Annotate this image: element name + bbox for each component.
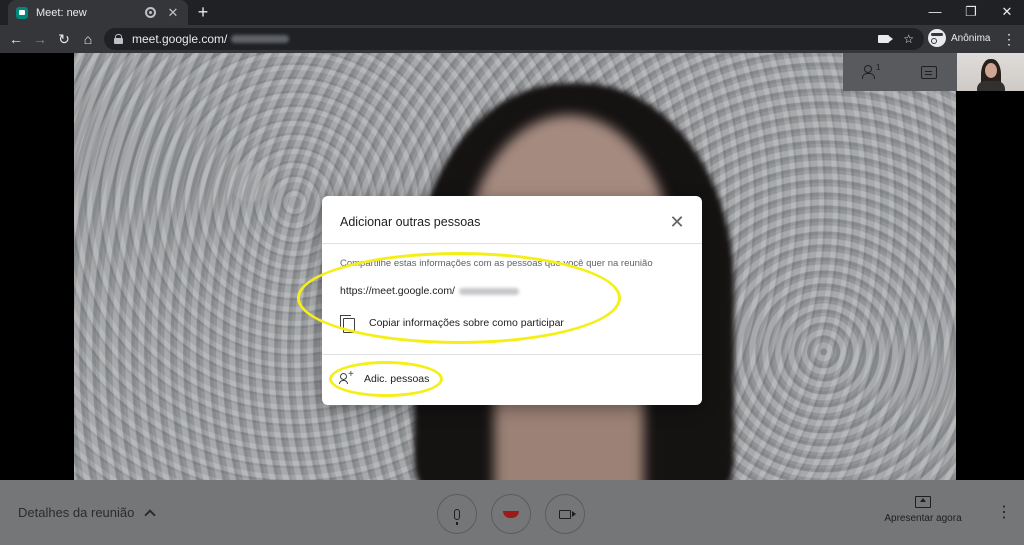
dialog-divider-top [322, 243, 702, 244]
add-people-button[interactable]: Adic. pessoas [339, 369, 430, 389]
copy-joining-info-button[interactable]: Copiar informações sobre como participar [340, 312, 564, 334]
add-people-label: Adic. pessoas [364, 373, 430, 385]
address-bar[interactable]: meet.google.com/ ☆ [104, 28, 924, 50]
dialog-description: Compartilhe estas informações com as pes… [340, 258, 653, 269]
browser-tab-strip: Meet: new ✕ + — ❐ ✕ [0, 0, 1024, 25]
omnibox-actions: ☆ [878, 32, 914, 46]
recording-indicator-icon [145, 7, 156, 18]
add-people-dialog: Adicionar outras pessoas ✕ Compartilhe e… [322, 196, 702, 405]
profile-label: Anônima [951, 32, 991, 44]
screen: Meet: new ✕ + — ❐ ✕ ← → ↻ ⌂ meet.google.… [0, 0, 1024, 545]
meeting-url[interactable]: https://meet.google.com/ [340, 285, 519, 297]
dialog-title: Adicionar outras pessoas [340, 215, 481, 229]
dialog-close-icon[interactable]: ✕ [668, 213, 686, 231]
reload-icon[interactable]: ↻ [54, 29, 74, 49]
dialog-divider-bottom [322, 354, 702, 355]
blurred-meeting-code [458, 287, 519, 295]
meet-favicon-icon [16, 6, 28, 19]
new-tab-button[interactable]: + [194, 2, 212, 22]
blurred-meeting-code [231, 35, 290, 43]
bookmark-star-icon[interactable]: ☆ [903, 32, 914, 46]
lock-icon [114, 34, 123, 44]
browser-menu-icon[interactable]: ⋮ [1002, 29, 1016, 49]
camera-in-use-icon[interactable] [878, 35, 894, 43]
browser-tab-meet[interactable]: Meet: new ✕ [8, 0, 188, 25]
window-restore-button[interactable]: ❐ [954, 0, 988, 25]
person-add-icon [339, 369, 354, 385]
window-minimize-button[interactable]: — [918, 0, 952, 25]
tab-title: Meet: new [36, 6, 87, 19]
incognito-icon [928, 29, 946, 47]
copy-icon [340, 314, 355, 333]
incognito-profile-button[interactable]: Anônima [928, 29, 990, 47]
forward-arrow-icon[interactable]: → [30, 29, 50, 49]
home-icon[interactable]: ⌂ [78, 29, 98, 49]
url-text: meet.google.com/ [132, 32, 228, 46]
copy-joining-info-label: Copiar informações sobre como participar [369, 317, 564, 329]
window-close-button[interactable]: ✕ [990, 0, 1024, 25]
back-arrow-icon[interactable]: ← [6, 29, 26, 49]
meeting-url-text: https://meet.google.com/ [340, 285, 455, 297]
tab-close-icon[interactable]: ✕ [166, 5, 180, 21]
browser-toolbar: ← → ↻ ⌂ meet.google.com/ ☆ Anônima ⋮ [0, 25, 1024, 53]
